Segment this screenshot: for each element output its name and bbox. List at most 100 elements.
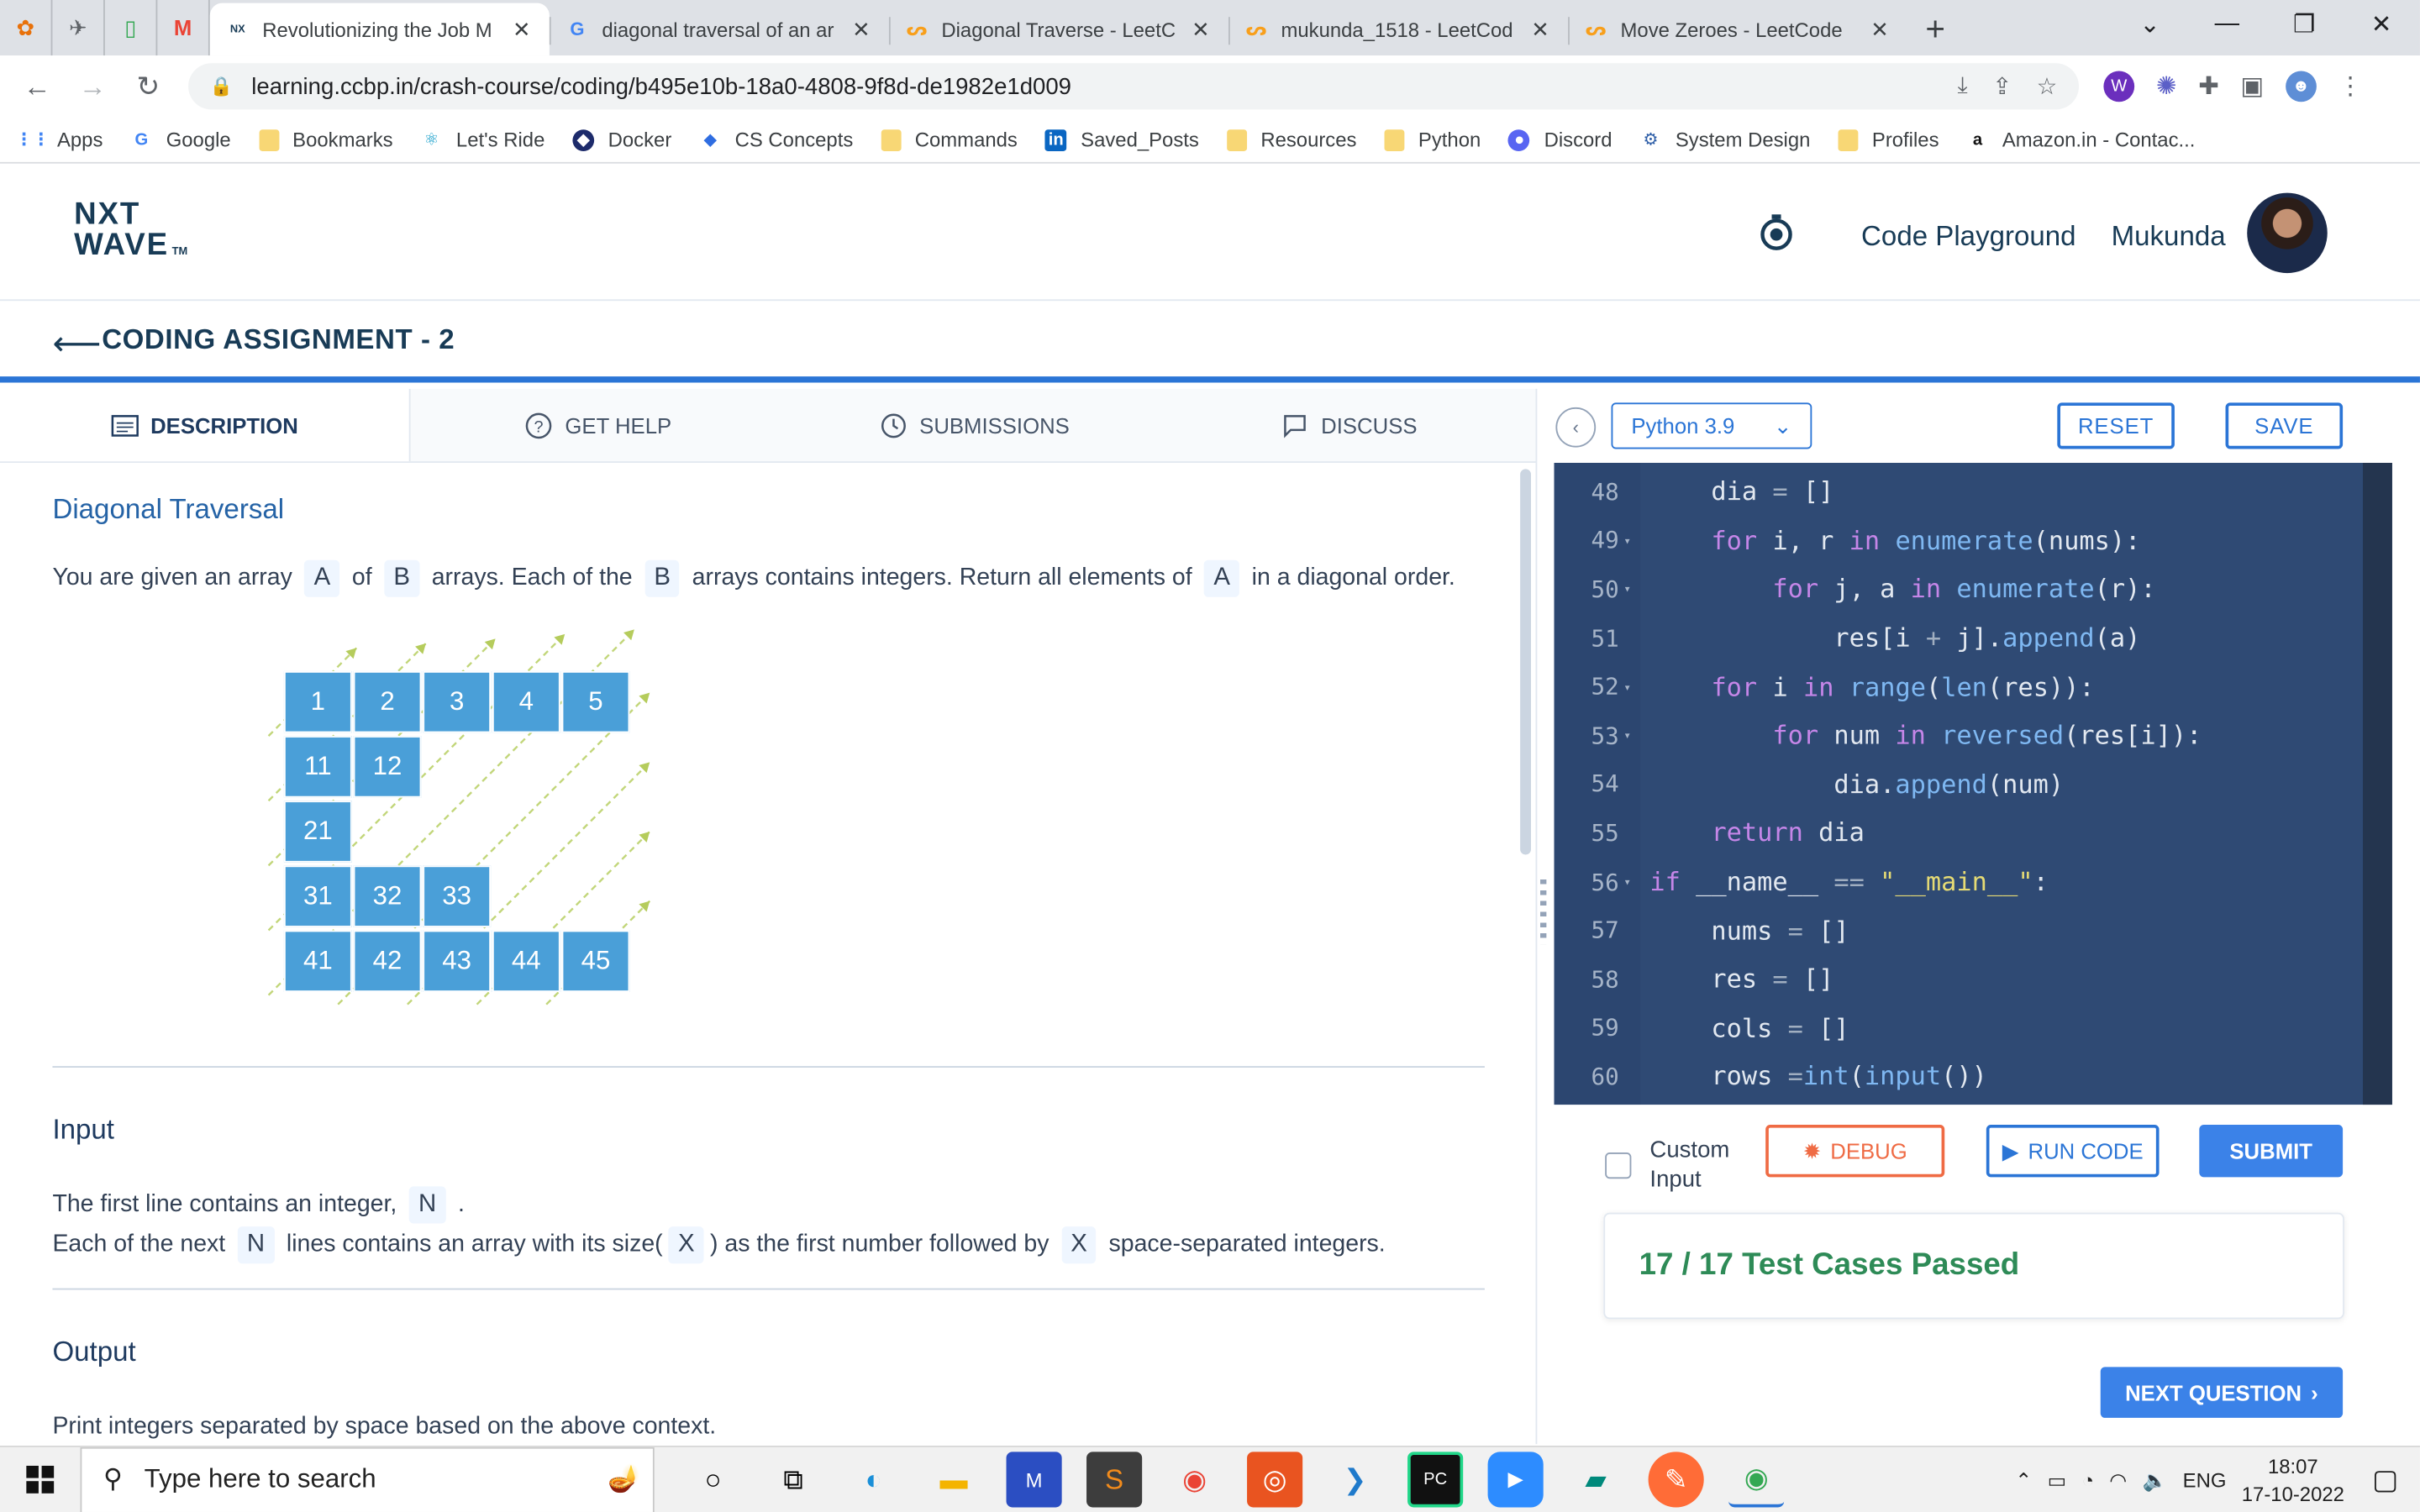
- forward-button[interactable]: →: [65, 71, 120, 103]
- pinned-tab-3[interactable]: ▯: [105, 0, 158, 56]
- sublime-icon[interactable]: S: [1086, 1452, 1143, 1508]
- browser-tab[interactable]: ᔕ Move Zeroes - LeetCode ✕: [1568, 3, 1907, 55]
- code-line[interactable]: 56 ▾ if __name__ == "__main__":: [1555, 858, 2392, 906]
- bookmark-resources[interactable]: Resources: [1226, 128, 1356, 151]
- run-code-button[interactable]: ▶ RUN CODE: [1986, 1124, 2160, 1178]
- browser-tab[interactable]: NX Revolutionizing the Job M ✕: [209, 3, 550, 56]
- bookmark-docker[interactable]: ◆ Docker: [572, 128, 671, 151]
- username[interactable]: Mukunda: [2112, 221, 2226, 254]
- back-arrow-icon[interactable]: ⟵: [52, 324, 101, 365]
- taskbar-search[interactable]: ⚲ Type here to search 🪔: [80, 1446, 655, 1512]
- code-line[interactable]: 60 rows =int(input()): [1555, 1053, 2392, 1101]
- bookmark-discord[interactable]: ● Discord: [1508, 128, 1612, 151]
- code-line[interactable]: 49 ▾ for i, r in enumerate(nums):: [1555, 517, 2392, 565]
- meet-icon[interactable]: ▰: [1568, 1452, 1623, 1507]
- postman-icon[interactable]: ✎: [1648, 1452, 1704, 1508]
- clock[interactable]: 18:07 17-10-2022: [2242, 1452, 2344, 1508]
- pinned-tab-gmail[interactable]: M: [157, 0, 210, 56]
- app-m-icon[interactable]: M: [1006, 1452, 1062, 1508]
- edge-icon[interactable]: ◐: [846, 1452, 902, 1507]
- panel-resize-handle[interactable]: [1540, 879, 1547, 945]
- share-icon[interactable]: ⇪: [1992, 72, 2012, 100]
- minimize-button[interactable]: —: [2188, 0, 2265, 50]
- close-tab-icon[interactable]: ✕: [1867, 16, 1891, 42]
- bookmark-system-design[interactable]: ⚙ System Design: [1640, 128, 1810, 151]
- tab-search-button[interactable]: ⌄: [2112, 0, 2189, 50]
- browser-tab[interactable]: Gdiagonal traversal of an ar ✕: [549, 3, 889, 55]
- bookmark-bookmarks[interactable]: Bookmarks: [258, 128, 393, 151]
- notification-icon[interactable]: ▢: [2372, 1464, 2398, 1497]
- side-panel-icon[interactable]: ▣: [2241, 71, 2265, 102]
- code-line[interactable]: 52 ▾ for i in range(len(res)):: [1555, 663, 2392, 711]
- new-tab-button[interactable]: +: [1907, 3, 1963, 55]
- bookmark-python[interactable]: Python: [1384, 128, 1481, 151]
- chrome-profile-icon[interactable]: ◉: [1728, 1452, 1785, 1508]
- fold-arrow-icon[interactable]: ▾: [1619, 875, 1647, 890]
- reload-button[interactable]: ↻: [120, 71, 176, 103]
- extensions-puzzle-icon[interactable]: ✚: [2198, 71, 2219, 102]
- language-select[interactable]: Python 3.9 ⌄: [1611, 402, 1812, 449]
- close-tab-icon[interactable]: ✕: [509, 16, 534, 42]
- bookmark-google[interactable]: G Google: [130, 128, 230, 151]
- custom-input-checkbox[interactable]: [1605, 1152, 1632, 1179]
- network-icon[interactable]: ◔: [2082, 1469, 2094, 1493]
- fold-arrow-icon[interactable]: ▾: [1619, 728, 1647, 743]
- vscode-icon[interactable]: ❯: [1328, 1452, 1383, 1507]
- profile-icon[interactable]: ☻: [2286, 71, 2317, 102]
- code-line[interactable]: 53 ▾ for num in reversed(res[i]):: [1555, 711, 2392, 760]
- tab-description[interactable]: DESCRIPTION: [0, 388, 411, 462]
- file-explorer-icon[interactable]: ▬: [926, 1452, 981, 1507]
- close-tab-icon[interactable]: ✕: [849, 16, 873, 42]
- browser-tab[interactable]: ᔕ mukunda_1518 - LeetCod ✕: [1228, 3, 1568, 55]
- code-line[interactable]: 58 res = []: [1555, 955, 2392, 1004]
- language-indicator[interactable]: ENG: [2183, 1469, 2227, 1493]
- close-window-button[interactable]: ✕: [2343, 0, 2420, 50]
- bookmark-commands[interactable]: Commands: [881, 128, 1018, 151]
- fold-arrow-icon[interactable]: ▾: [1619, 582, 1647, 596]
- code-line[interactable]: 50 ▾ for j, a in enumerate(r):: [1555, 565, 2392, 614]
- bookmark-star-icon[interactable]: ☆: [2037, 72, 2058, 100]
- wifi-icon[interactable]: ◠: [2109, 1468, 2127, 1493]
- debug-button[interactable]: ✹ DEBUG: [1765, 1124, 1945, 1178]
- stopwatch-icon[interactable]: [1756, 212, 1797, 252]
- code-line[interactable]: 55 return dia: [1555, 809, 2392, 858]
- next-question-button[interactable]: NEXT QUESTION ›: [2100, 1367, 2344, 1418]
- tab-discuss[interactable]: DISCUSS: [1162, 389, 1535, 461]
- tab-submissions[interactable]: SUBMISSIONS: [786, 389, 1163, 461]
- bookmark-amazon[interactable]: a Amazon.in - Contac...: [1967, 128, 2196, 151]
- pycharm-icon[interactable]: PC: [1407, 1452, 1464, 1508]
- ubuntu-icon[interactable]: ◎: [1247, 1452, 1303, 1508]
- bookmark-profiles[interactable]: Profiles: [1838, 128, 1939, 151]
- bookmark-apps[interactable]: ⋮⋮ Apps: [15, 128, 103, 151]
- tray-chevron-icon[interactable]: ⌃: [2015, 1468, 2032, 1493]
- bookmark-saved-posts[interactable]: in Saved_Posts: [1044, 128, 1199, 151]
- close-tab-icon[interactable]: ✕: [1188, 16, 1213, 42]
- save-button[interactable]: SAVE: [2225, 402, 2344, 449]
- code-line[interactable]: 54 dia.append(num): [1555, 760, 2392, 809]
- code-line[interactable]: 57 nums = []: [1555, 906, 2392, 955]
- volume-icon[interactable]: 🔈: [2143, 1468, 2168, 1493]
- submit-button[interactable]: SUBMIT: [2199, 1124, 2344, 1178]
- back-button[interactable]: ←: [9, 71, 65, 103]
- start-button[interactable]: [0, 1446, 81, 1512]
- cortana-icon[interactable]: ○: [685, 1452, 740, 1507]
- nxtwave-logo[interactable]: NXT WAVE TM: [74, 199, 187, 269]
- code-playground-link[interactable]: Code Playground: [1861, 221, 2076, 254]
- extension-w-icon[interactable]: W: [2103, 71, 2135, 102]
- avatar[interactable]: [2247, 192, 2328, 274]
- restore-button[interactable]: ❐: [2265, 0, 2343, 50]
- bookmark-lets-ride[interactable]: ⚛ Let's Ride: [421, 128, 544, 151]
- tab-get-help[interactable]: ? GET HELP: [410, 389, 786, 461]
- custom-input-toggle[interactable]: Custom Input: [1605, 1136, 1758, 1194]
- code-line[interactable]: 48 dia = []: [1555, 468, 2392, 517]
- battery-icon[interactable]: ▭: [2048, 1468, 2067, 1493]
- browser-tab[interactable]: ᔕ Diagonal Traverse - LeetC ✕: [888, 3, 1228, 55]
- pinned-tab-1[interactable]: ✿: [0, 0, 53, 56]
- close-tab-icon[interactable]: ✕: [1528, 16, 1552, 42]
- editor-scrollbar[interactable]: [2362, 463, 2392, 1105]
- code-editor[interactable]: 48 dia = [] 49 ▾ for i, r in enumerate(num…: [1554, 463, 2392, 1105]
- install-icon[interactable]: ⤓: [1958, 72, 1968, 100]
- code-line[interactable]: 59 cols = []: [1555, 1004, 2392, 1053]
- chrome-icon[interactable]: ◉: [1167, 1452, 1223, 1507]
- extension-snowflake-icon[interactable]: ✺: [2156, 71, 2177, 102]
